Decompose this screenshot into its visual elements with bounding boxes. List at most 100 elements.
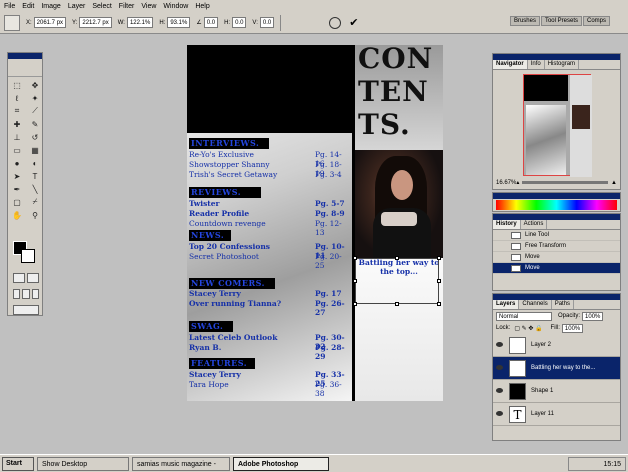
history-tab[interactable]: Actions	[521, 220, 548, 229]
menu-file[interactable]: File	[4, 3, 15, 10]
palette-tab[interactable]: Comps	[582, 16, 610, 26]
toc-row[interactable]: Over running Tianna? Pg. 26-27	[188, 299, 351, 317]
toc-row[interactable]: Showstopper Shanny Pg. 18-19	[188, 160, 351, 178]
menu-image[interactable]: Image	[41, 3, 60, 10]
jump-to-imageready-icon[interactable]	[13, 305, 39, 315]
transform-handle[interactable]	[395, 302, 399, 306]
toc-row[interactable]: Reader Profile Pg. 8-9	[188, 209, 351, 218]
menu-layer[interactable]: Layer	[68, 3, 86, 10]
history-brush-icon[interactable]: ↺	[27, 131, 43, 143]
toc-row[interactable]: Top 20 Confessions Pg. 10-11	[188, 242, 351, 260]
path-select-icon[interactable]: ➤	[9, 170, 25, 182]
menu-select[interactable]: Select	[92, 3, 111, 10]
menu-edit[interactable]: Edit	[22, 3, 34, 10]
lock-icons[interactable]: ▢ ✎ ✥ 🔒	[514, 325, 542, 332]
hskew-field[interactable]: 0.0	[232, 17, 247, 28]
line-tool-icon[interactable]: ╲	[27, 183, 43, 195]
color-spectrum[interactable]	[496, 200, 617, 210]
height-field[interactable]: 93.1%	[167, 17, 191, 28]
x-field[interactable]: 2061.7 px	[33, 17, 67, 28]
transform-handle[interactable]	[353, 302, 357, 306]
toc-row[interactable]: Secret Photoshoot Pg. 20-25	[188, 252, 351, 270]
toc-row[interactable]: Re-Yo's Exclusive Pg. 14-16	[188, 150, 351, 168]
layer-row[interactable]: T Battling her way to the...	[493, 357, 620, 380]
blend-mode-select[interactable]: Normal	[496, 311, 552, 321]
zoom-slider[interactable]	[522, 181, 609, 184]
pen-tool-icon[interactable]: ✒	[9, 183, 25, 195]
layer-row[interactable]: Layer 2	[493, 334, 620, 357]
history-item[interactable]: Move	[493, 252, 620, 263]
history-item[interactable]: Free Transform	[493, 241, 620, 252]
transform-handle[interactable]	[437, 256, 441, 260]
task-show-desktop[interactable]: Show Desktop	[37, 456, 129, 471]
toc-row[interactable]: Stacey Terry Pg. 17	[188, 289, 351, 298]
fill-field[interactable]: 100%	[561, 323, 584, 333]
navigator-tab[interactable]: Info	[528, 60, 545, 69]
menu-help[interactable]: Help	[195, 3, 209, 10]
navigator-tab[interactable]: Navigator	[493, 60, 528, 69]
toc-row[interactable]: Trish's Secret Getaway Pg. 3-4	[188, 170, 351, 179]
zoom-out-icon[interactable]: ▴	[516, 179, 519, 186]
commit-transform-icon[interactable]: ✔	[349, 17, 361, 29]
menu-view[interactable]: View	[141, 3, 156, 10]
angle-field[interactable]: 0.0	[203, 17, 219, 28]
palette-tab[interactable]: Brushes	[509, 16, 540, 26]
palette-tab[interactable]: Tool Presets	[540, 16, 582, 26]
layers-tab[interactable]: Paths	[552, 300, 575, 309]
task-magazine[interactable]: samias music magazine -	[132, 456, 230, 471]
zoom-in-icon[interactable]: ▲	[611, 180, 617, 186]
feather-logo-icon[interactable]	[8, 59, 42, 77]
transform-handle[interactable]	[437, 279, 441, 283]
stamp-tool-icon[interactable]: ⊥	[9, 131, 25, 143]
healing-brush-icon[interactable]: ✚	[9, 118, 25, 130]
y-field[interactable]: 2212.7 px	[79, 17, 112, 28]
toc-row[interactable]: Stacey Terry Pg. 33-25	[188, 370, 351, 388]
history-item[interactable]: Line Tool	[493, 230, 620, 241]
cancel-transform-icon[interactable]	[329, 16, 342, 29]
blur-tool-icon[interactable]: ●	[9, 157, 25, 169]
transform-handle[interactable]	[353, 256, 357, 260]
dodge-tool-icon[interactable]: ◐	[27, 157, 43, 169]
vskew-field[interactable]: 0.0	[259, 17, 275, 28]
transform-handle[interactable]	[437, 302, 441, 306]
toc-row[interactable]: Tara Hope Pg. 36-38	[188, 380, 351, 398]
brush-tool-icon[interactable]: ✎	[27, 118, 43, 130]
history-tab[interactable]: History	[493, 220, 521, 229]
transform-handle[interactable]	[353, 279, 357, 283]
task-photoshop[interactable]: Adobe Photoshop	[233, 456, 329, 471]
quick-mask-mode[interactable]	[13, 273, 39, 283]
start-button[interactable]: Start	[2, 456, 34, 471]
opacity-field[interactable]: 100%	[582, 311, 604, 321]
eyedropper-icon[interactable]: ⌿	[27, 196, 43, 208]
transform-bounding-box[interactable]	[355, 258, 439, 304]
menu-filter[interactable]: Filter	[119, 3, 135, 10]
crop-tool-icon[interactable]: ⌗	[9, 105, 25, 117]
layer-row[interactable]: Shape 1	[493, 380, 620, 403]
background-color-swatch[interactable]	[21, 249, 35, 263]
lasso-tool-icon[interactable]: ℓ	[9, 92, 25, 104]
slice-tool-icon[interactable]: ⟋	[27, 105, 43, 117]
navigator-thumbnail[interactable]	[522, 74, 592, 177]
width-field[interactable]: 122.1%	[126, 17, 154, 28]
layers-tab[interactable]: Layers	[493, 300, 520, 309]
eraser-tool-icon[interactable]: ▭	[9, 144, 25, 156]
navigator-tab[interactable]: Histogram	[545, 60, 580, 69]
toc-row[interactable]: Countdown revenge Pg. 12-13	[188, 219, 351, 237]
visibility-eye-icon[interactable]	[496, 388, 503, 393]
move-tool-icon[interactable]: ✥	[27, 79, 43, 91]
visibility-eye-icon[interactable]	[496, 365, 503, 370]
screen-mode-buttons[interactable]	[13, 289, 39, 299]
layer-row[interactable]: T Layer 11	[493, 403, 620, 426]
transform-handle[interactable]	[395, 256, 399, 260]
color-title-bar[interactable]	[493, 193, 620, 199]
notes-tool-icon[interactable]: ▢	[9, 196, 25, 208]
history-item[interactable]: Move	[493, 263, 620, 274]
transform-tool-icon[interactable]	[4, 14, 20, 31]
visibility-eye-icon[interactable]	[496, 342, 503, 347]
zoom-tool-icon[interactable]: ⚲	[27, 209, 43, 221]
layers-tab[interactable]: Channels	[519, 300, 552, 309]
magic-wand-icon[interactable]: ✦	[27, 92, 43, 104]
toc-row[interactable]: Ryan B. Pg. 28-29	[188, 343, 351, 361]
hand-tool-icon[interactable]: ✋	[9, 209, 25, 221]
visibility-eye-icon[interactable]	[496, 411, 503, 416]
